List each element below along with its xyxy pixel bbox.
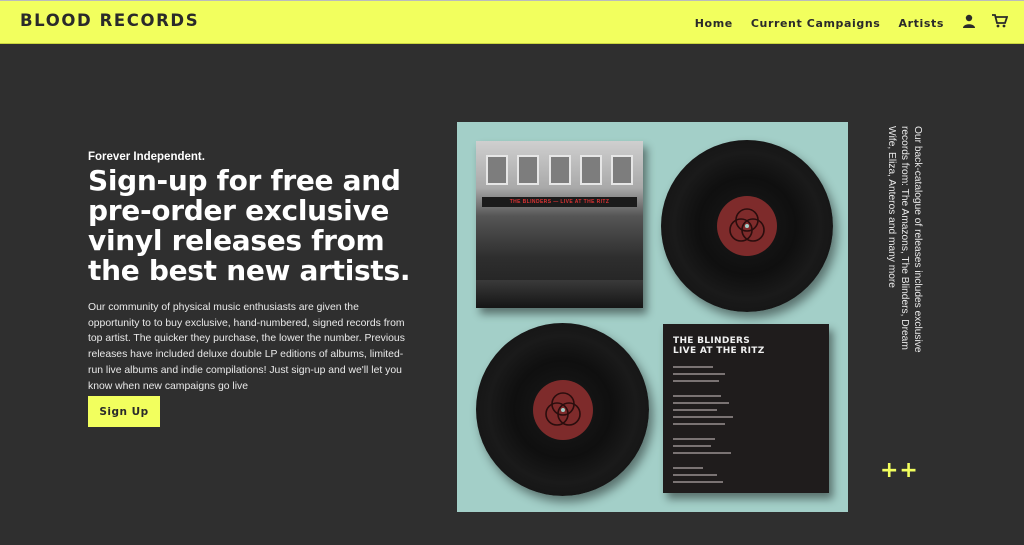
brand-logo[interactable]: BLOOD RECORDS <box>20 11 199 30</box>
hero-section: Forever Independent. Sign-up for free an… <box>88 151 428 394</box>
track-list <box>673 366 819 483</box>
vinyl-record-2 <box>476 323 649 496</box>
nav-current-campaigns[interactable]: Current Campaigns <box>751 17 881 30</box>
account-icon[interactable] <box>962 14 976 33</box>
cover-marquee-text: THE BLINDERS — LIVE AT THE RITZ <box>482 197 637 207</box>
hero-headline: Sign-up for free and pre-order exclusive… <box>88 164 411 287</box>
vinyl-record-1 <box>661 140 833 312</box>
back-cover-title: THE BLINDERS LIVE AT THE RITZ <box>673 336 765 356</box>
top-navigation-bar: BLOOD RECORDS Home Current Campaigns Art… <box>0 0 1024 44</box>
side-note: Our back-catalogue of releases includes … <box>886 126 923 353</box>
sign-up-button[interactable]: Sign Up <box>88 396 160 427</box>
street <box>476 280 643 308</box>
record-hole <box>560 407 565 412</box>
vinyl-artwork-image: THE BLINDERS — LIVE AT THE RITZ THE BLIN… <box>457 122 848 512</box>
record-hole <box>745 224 749 228</box>
main-nav: Home Current Campaigns Artists <box>695 1 1024 45</box>
album-back-cover: THE BLINDERS LIVE AT THE RITZ <box>663 324 829 493</box>
plus-decoration: ++ <box>880 458 919 483</box>
hero-body-copy: Our community of physical music enthusia… <box>88 302 405 392</box>
cart-icon[interactable] <box>992 13 1009 33</box>
building-windows <box>486 155 633 189</box>
nav-home[interactable]: Home <box>695 17 733 30</box>
album-front-cover: THE BLINDERS — LIVE AT THE RITZ <box>476 141 643 308</box>
nav-artists[interactable]: Artists <box>898 17 944 30</box>
hero-eyebrow: Forever Independent. <box>88 151 205 163</box>
